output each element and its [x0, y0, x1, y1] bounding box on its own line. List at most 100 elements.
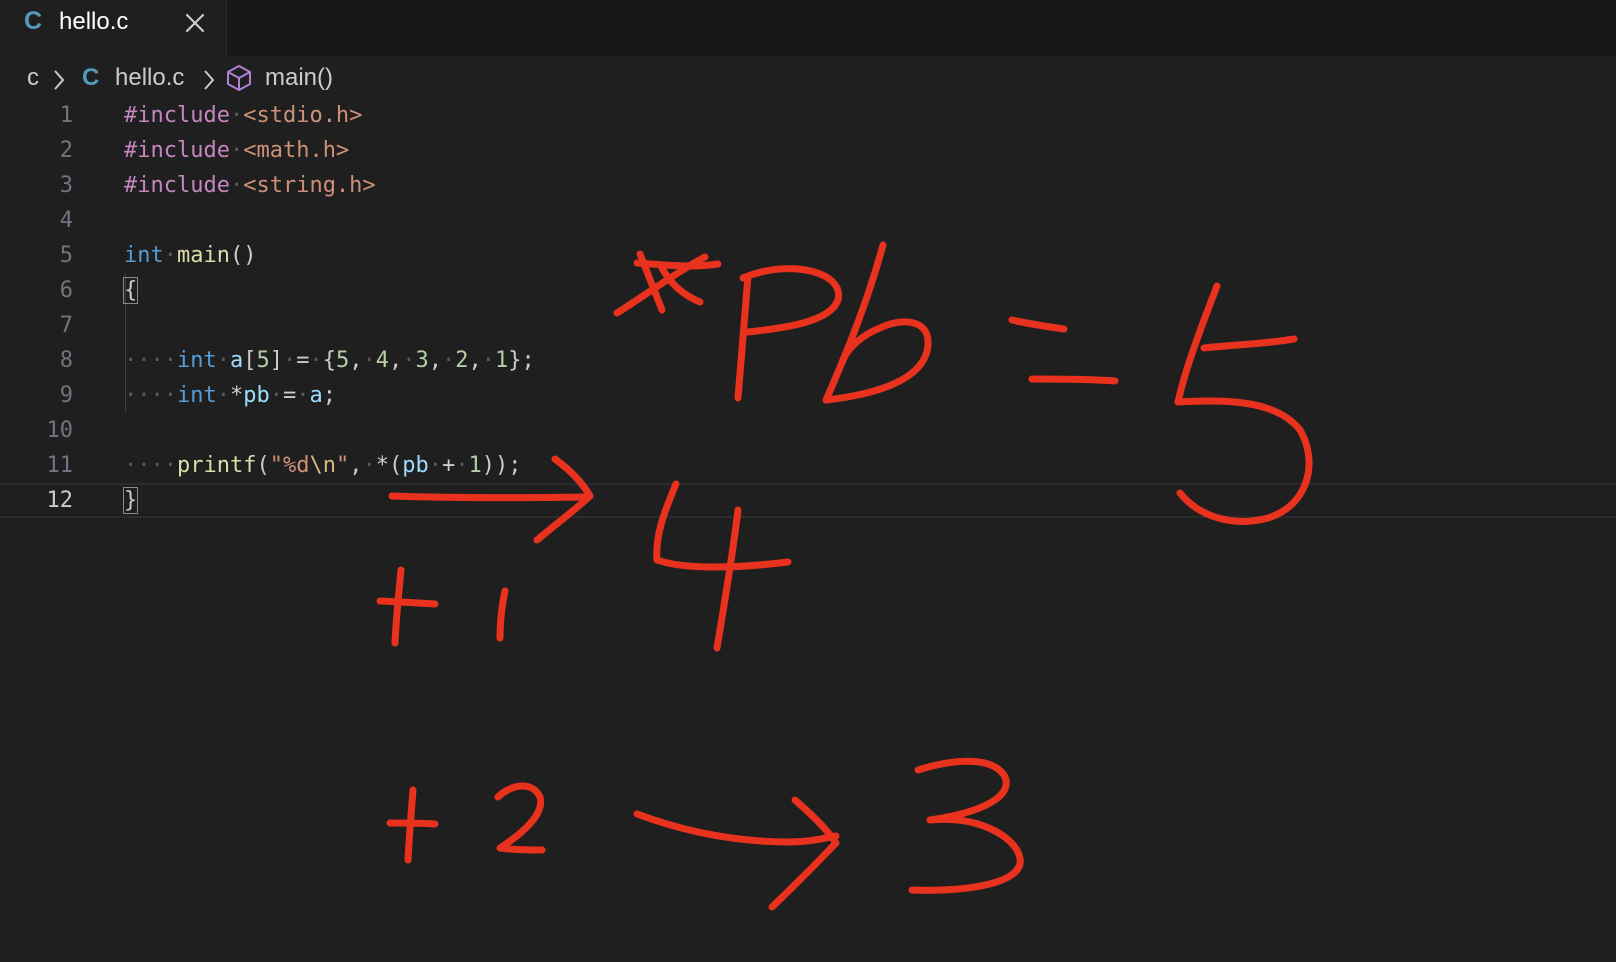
- code-token: ,: [349, 348, 363, 373]
- code-text: }: [122, 485, 139, 516]
- code-token: ·: [362, 453, 376, 478]
- breadcrumb: c C hello.c main(): [0, 56, 1616, 100]
- code-token: ]: [269, 348, 283, 373]
- code-token: #include: [124, 173, 230, 198]
- code-token: ,: [388, 348, 403, 373]
- code-line[interactable]: 4: [0, 203, 1616, 238]
- tab-label: hello.c: [59, 8, 129, 35]
- code-text: {: [122, 273, 139, 308]
- line-number: 4: [59, 208, 73, 233]
- code-token: ····: [124, 453, 177, 478]
- code-token: 1: [468, 453, 482, 478]
- code-token: ·: [455, 453, 469, 478]
- code-token: main: [177, 243, 230, 268]
- code-token: =: [282, 383, 297, 408]
- code-line[interactable]: 10: [0, 413, 1616, 448]
- code-token: 2: [455, 348, 469, 373]
- code-token: ": [335, 453, 350, 478]
- code-token: (: [256, 453, 270, 478]
- code-line[interactable]: 11 ····printf("%d\n",·*(pb·+·1));: [0, 448, 1616, 483]
- code-line[interactable]: 8 ····int·a[5]·=·{5,·4,·3,·2,·1};: [0, 343, 1616, 378]
- code-line[interactable]: 1 #include·<stdio.h>: [0, 98, 1616, 133]
- code-token: ·: [229, 103, 244, 128]
- code-token: ·: [216, 348, 230, 373]
- code-text: ····int·a[5]·=·{5,·4,·3,·2,·1};: [124, 343, 535, 378]
- code-line[interactable]: 6{: [0, 273, 1616, 308]
- code-token: (: [388, 453, 403, 478]
- editor-window: C hello.c c C hello.c main() 1 #include·<…: [0, 0, 1616, 962]
- code-token: *: [375, 453, 389, 478]
- code-token: a: [229, 348, 244, 373]
- code-token: pb: [402, 453, 429, 478]
- code-token: ,: [468, 348, 482, 373]
- code-token: int: [124, 243, 164, 268]
- code-editor[interactable]: 1 #include·<stdio.h> 2 #include·<math.h> 3 #i…: [0, 98, 1616, 962]
- code-token: ));: [481, 453, 522, 478]
- tab-hello-c[interactable]: C hello.c: [0, 0, 227, 56]
- code-token: ·: [441, 348, 456, 373]
- code-token: int: [176, 383, 217, 408]
- code-text: ····printf("%d\n",·*(pb·+·1));: [124, 448, 521, 483]
- code-token: printf: [176, 453, 257, 478]
- code-token: ·: [428, 453, 442, 478]
- line-number: 11: [46, 453, 74, 478]
- code-token: ,: [349, 453, 363, 478]
- chevron-right-icon: [54, 70, 65, 90]
- code-token: ·: [216, 383, 230, 408]
- code-token: int: [176, 348, 217, 373]
- code-token: ·: [309, 348, 323, 373]
- symbol-method-icon: [227, 65, 251, 91]
- code-text: #include·<stdio.h>: [124, 98, 362, 133]
- code-token: +: [441, 453, 456, 478]
- chevron-right-icon: [204, 70, 215, 90]
- code-token: ,: [428, 348, 442, 373]
- code-token: #include: [124, 103, 230, 128]
- code-token: *: [229, 383, 244, 408]
- code-token: 3: [415, 348, 429, 373]
- code-token: };: [508, 348, 535, 373]
- code-token: ····: [124, 383, 177, 408]
- c-language-icon: C: [24, 7, 43, 35]
- code-token: ·: [481, 348, 495, 373]
- line-number: 6: [59, 278, 73, 303]
- code-token: 5: [335, 348, 350, 373]
- code-token: }: [122, 487, 139, 514]
- breadcrumb-folder[interactable]: c: [27, 64, 39, 92]
- close-icon[interactable]: [182, 10, 208, 36]
- line-number: 12: [46, 488, 74, 513]
- code-token: ·: [402, 348, 416, 373]
- code-token: ·: [229, 173, 244, 198]
- line-number: 10: [46, 418, 74, 443]
- tab-bar: C hello.c: [0, 0, 1616, 56]
- code-token: ·: [282, 348, 297, 373]
- code-token: {: [122, 277, 139, 304]
- code-text: int·main(): [124, 238, 256, 273]
- code-line[interactable]: 12}: [0, 483, 1616, 518]
- code-token: ·: [163, 243, 177, 268]
- line-number: 7: [59, 313, 73, 338]
- c-language-icon: C: [82, 64, 100, 91]
- code-token: \n: [309, 453, 336, 478]
- code-line[interactable]: 5 int·main(): [0, 238, 1616, 273]
- code-token: ·: [362, 348, 376, 373]
- code-text: #include·<string.h>: [124, 168, 376, 203]
- line-number: 1: [59, 103, 73, 128]
- code-line[interactable]: 7: [0, 308, 1616, 343]
- code-token: <math.h>: [243, 138, 350, 163]
- code-token: {: [322, 348, 336, 373]
- code-token: =: [296, 348, 310, 373]
- code-line[interactable]: 9 ····int·*pb·=·a;: [0, 378, 1616, 413]
- code-token: 4: [375, 348, 389, 373]
- code-token: <stdio.h>: [243, 103, 363, 128]
- line-number: 3: [59, 173, 73, 198]
- code-token: ;: [322, 383, 336, 408]
- code-token: 1: [494, 348, 509, 373]
- code-token: ·: [296, 383, 310, 408]
- code-line[interactable]: 3 #include·<string.h>: [0, 168, 1616, 203]
- code-token: [: [243, 348, 257, 373]
- code-token: a: [309, 383, 323, 408]
- code-line[interactable]: 2 #include·<math.h>: [0, 133, 1616, 168]
- breadcrumb-file[interactable]: hello.c: [115, 64, 184, 92]
- line-number: 8: [59, 348, 73, 373]
- breadcrumb-symbol[interactable]: main(): [265, 64, 333, 92]
